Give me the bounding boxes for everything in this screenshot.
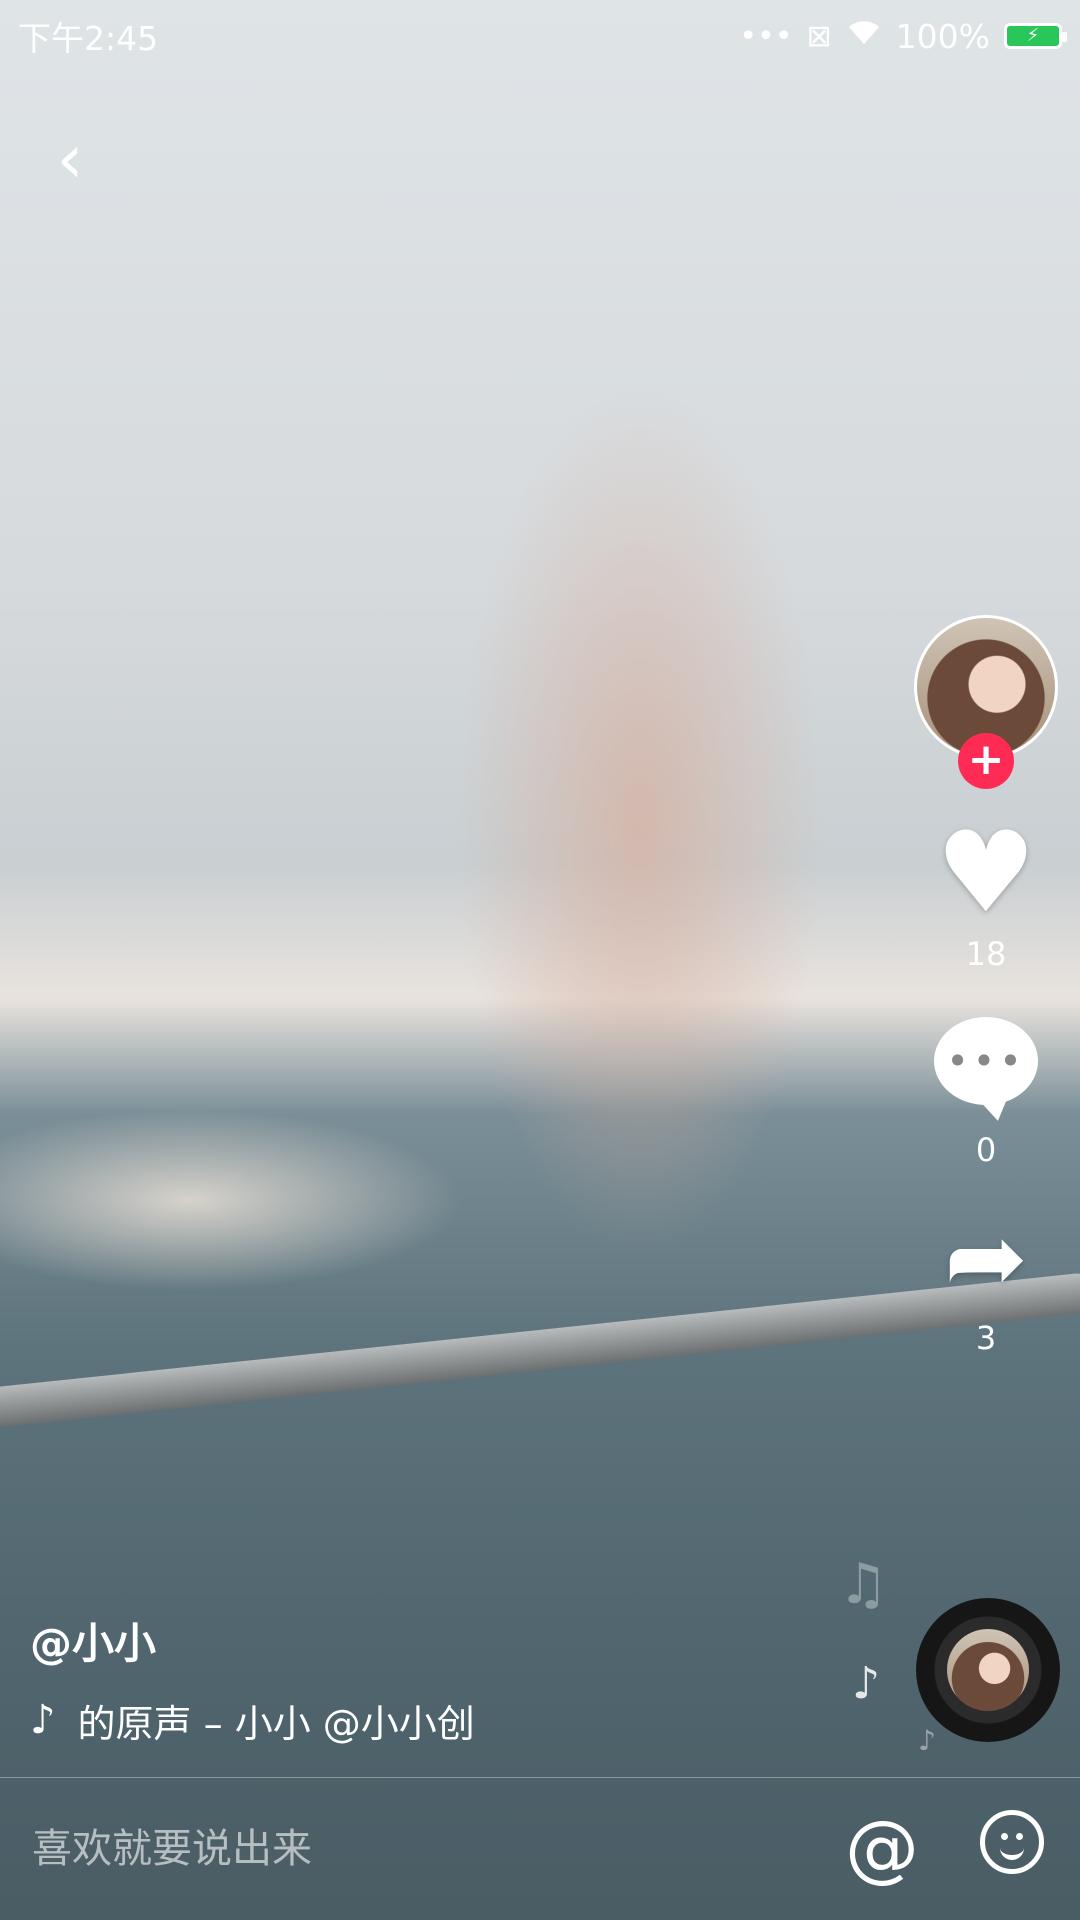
comment-action[interactable]: ••• 0 [934,1007,1038,1169]
comment-input[interactable] [30,1818,794,1880]
music-note-icon: ♪ [30,1697,56,1743]
heart-icon[interactable]: ♥ [936,817,1036,929]
music-disc[interactable] [916,1598,1060,1742]
author-username[interactable]: @小小 [30,1610,156,1671]
follow-button[interactable]: + [958,733,1014,789]
music-marquee-text: 的原声 – 小小 @小小创 [77,1701,475,1746]
floating-music-note-icon: ♪ [852,1658,881,1709]
author-avatar-wrap: + [914,615,1058,789]
share-arrow-icon[interactable]: ➦ [944,1203,1028,1313]
comment-bubble-icon[interactable]: ••• [934,1017,1038,1105]
comment-bar: @ [0,1778,1080,1920]
emoji-mouth [1000,1841,1024,1860]
like-count: 18 [965,935,1007,973]
share-count: 3 [975,1319,997,1357]
floating-music-note-icon: ♪ [918,1724,936,1757]
share-action[interactable]: ➦ 3 [944,1203,1028,1358]
sim-card-disabled-icon: ⊠ [806,18,832,54]
status-bar: 下午2:45 ••• ⊠ 100% ⚡ [0,0,1080,72]
back-button[interactable]: ‹ [40,120,100,200]
battery-charging-icon: ⚡ [1004,23,1067,49]
status-time: 下午2:45 [18,19,159,58]
emoji-icon[interactable] [980,1810,1044,1874]
comment-count: 0 [975,1131,997,1169]
more-dots-icon: ••• [739,18,793,54]
music-disc-cover [947,1629,1029,1711]
wifi-icon [846,18,882,54]
music-info[interactable]: ♪ 的原声 – 小小 @小小创 [30,1690,570,1750]
mention-button[interactable]: @ [845,1808,919,1888]
status-indicators: ••• ⊠ 100% ⚡ [739,16,1067,56]
floating-music-note-icon: ♫ [838,1552,889,1617]
battery-percent: 100% [895,16,990,56]
like-action[interactable]: ♥ 18 [936,817,1036,973]
action-rail: + ♥ 18 ••• 0 ➦ 3 [912,615,1060,1391]
comment-dots: ••• [946,1039,1026,1083]
